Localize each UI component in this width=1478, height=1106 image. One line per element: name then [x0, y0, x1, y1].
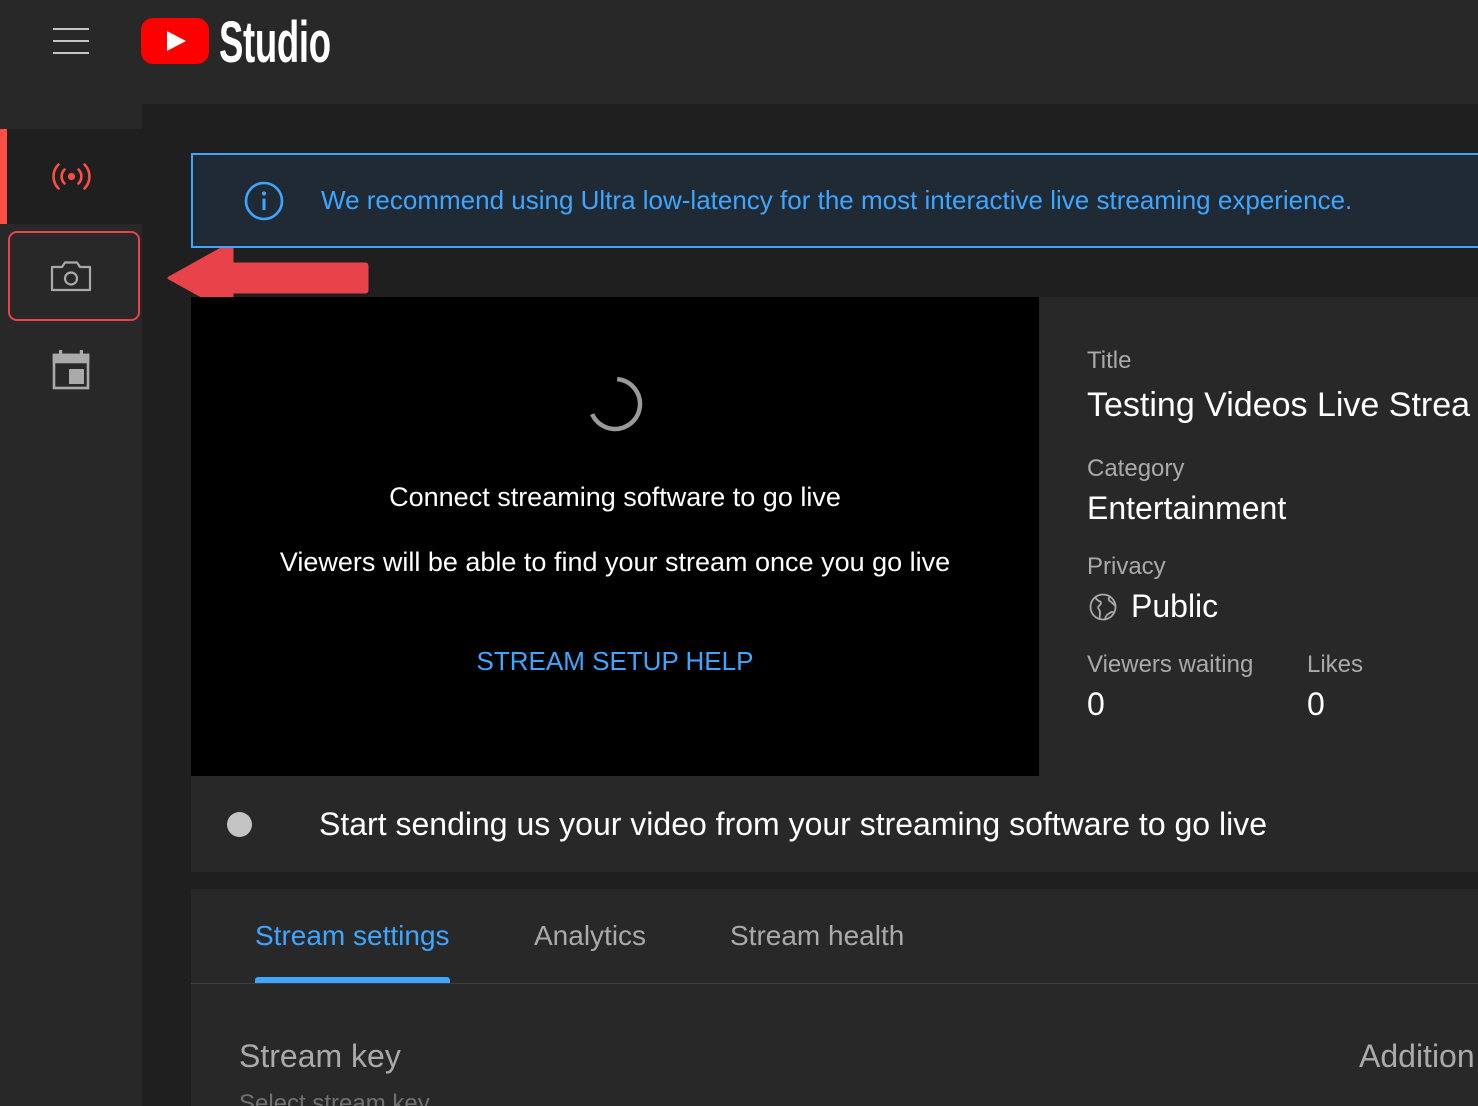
- preview-heading: Connect streaming software to go live: [389, 482, 841, 512]
- title-label: Title: [1087, 347, 1132, 374]
- camera-icon: [50, 260, 92, 291]
- sidebar-item-manage[interactable]: [0, 326, 142, 412]
- latency-recommendation-banner: We recommend using Ultra low-latency for…: [191, 153, 1478, 248]
- likes-count: 0: [1307, 686, 1325, 722]
- category-label: Category: [1087, 455, 1185, 482]
- menu-line: [53, 40, 89, 42]
- tab-label: Stream health: [730, 920, 905, 951]
- globe-icon: [1089, 593, 1117, 621]
- viewers-waiting-label: Viewers waiting: [1087, 651, 1254, 678]
- tab-label: Stream settings: [255, 920, 450, 951]
- hamburger-menu-icon[interactable]: [40, 16, 102, 66]
- tab-bar: Stream settings Analytics Stream health: [191, 889, 1478, 984]
- top-header: Studio: [0, 0, 1478, 104]
- likes-label: Likes: [1307, 651, 1364, 678]
- calendar-icon: [52, 349, 90, 389]
- loading-spinner-icon: [587, 376, 643, 432]
- tab-stream-health[interactable]: Stream health: [730, 889, 904, 983]
- category-value: Entertainment: [1087, 490, 1287, 526]
- status-dot-icon: [227, 812, 252, 837]
- status-text: Start sending us your video from your st…: [319, 806, 1267, 842]
- youtube-logo-icon[interactable]: [141, 18, 209, 64]
- tab-analytics[interactable]: Analytics: [534, 889, 646, 983]
- tab-label: Analytics: [534, 920, 647, 951]
- viewers-waiting-count: 0: [1087, 686, 1105, 722]
- tab-stream-settings[interactable]: Stream settings: [255, 889, 450, 983]
- sidebar-item-live[interactable]: [0, 129, 142, 224]
- stream-status-bar: Start sending us your video from your st…: [191, 776, 1478, 872]
- sidebar-item-webcam[interactable]: [0, 227, 142, 324]
- preview-subtext: Viewers will be able to find your stream…: [279, 547, 951, 577]
- privacy-value: Public: [1131, 588, 1219, 624]
- select-stream-key-dropdown[interactable]: Select stream key: [239, 1089, 430, 1106]
- stream-details-panel: Title Testing Videos Live Strea Category…: [1039, 297, 1478, 776]
- active-indicator: [0, 129, 7, 224]
- stream-tabs-panel: Stream settings Analytics Stream health …: [191, 889, 1478, 1106]
- app-title[interactable]: Studio: [219, 14, 331, 72]
- stream-preview: Connect streaming software to go live Vi…: [191, 297, 1039, 776]
- title-value: Testing Videos Live Strea: [1087, 386, 1471, 424]
- stream-key-heading: Stream key: [239, 1038, 401, 1074]
- menu-line: [53, 28, 89, 30]
- banner-text: We recommend using Ultra low-latency for…: [321, 185, 1353, 215]
- stream-setup-help-link[interactable]: STREAM SETUP HELP: [477, 643, 754, 679]
- info-icon: [244, 181, 284, 220]
- privacy-label: Privacy: [1087, 553, 1166, 580]
- sidebar: [0, 104, 142, 1106]
- live-broadcast-icon: [51, 163, 91, 190]
- additional-settings-heading: Addition: [1359, 1038, 1475, 1074]
- menu-line: [53, 52, 89, 54]
- active-tab-indicator: [255, 977, 450, 983]
- play-icon: [167, 31, 186, 51]
